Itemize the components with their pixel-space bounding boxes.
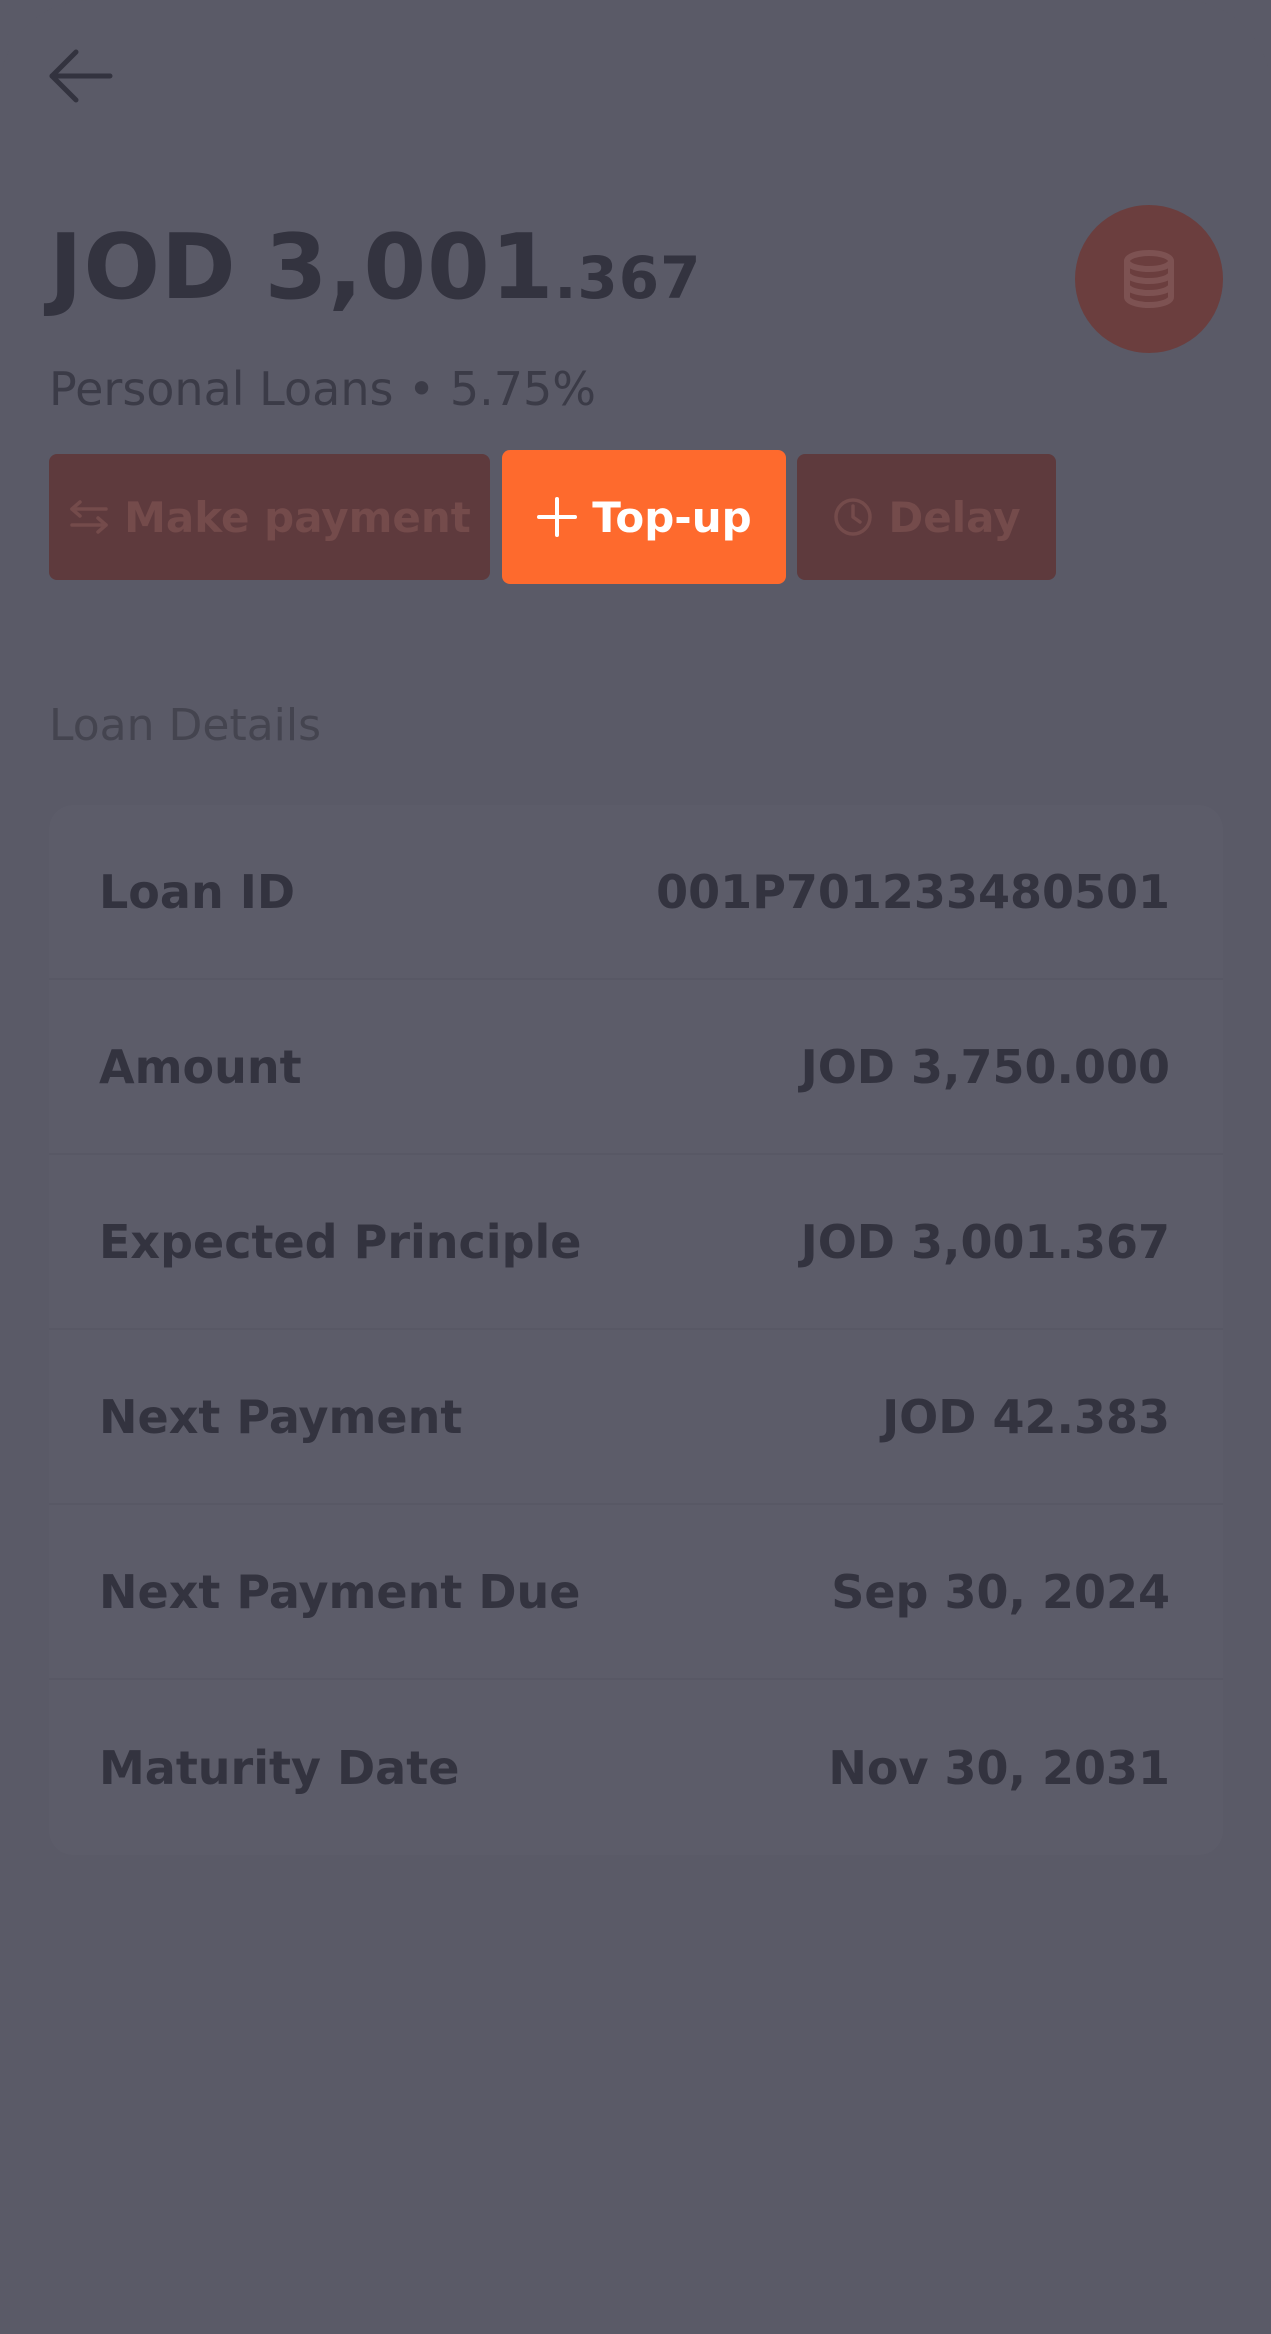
detail-value: 001P701233480501 — [656, 864, 1170, 919]
plus-icon — [536, 496, 578, 538]
loan-details-card: Loan ID 001P701233480501 Amount JOD 3,75… — [49, 805, 1223, 1855]
topup-label: Top-up — [592, 492, 752, 542]
make-payment-label: Make payment — [124, 492, 471, 542]
detail-row-loan-id: Loan ID 001P701233480501 — [49, 805, 1223, 980]
balance-currency: JOD — [49, 215, 237, 320]
loan-details-heading: Loan Details — [49, 700, 322, 751]
detail-value: JOD 3,750.000 — [800, 1039, 1170, 1094]
detail-row-expected-principle: Expected Principle JOD 3,001.367 — [49, 1155, 1223, 1330]
delay-button[interactable]: Delay — [797, 454, 1056, 580]
loan-actions: Make payment Top-up Delay — [49, 450, 1149, 584]
balance-decimal: .367 — [554, 244, 702, 312]
loan-balance: JOD 3,001 .367 — [49, 215, 702, 325]
detail-label: Expected Principle — [99, 1214, 582, 1269]
detail-label: Next Payment — [99, 1389, 463, 1444]
detail-value: JOD 42.383 — [882, 1389, 1170, 1444]
back-button[interactable] — [46, 44, 126, 108]
detail-label: Next Payment Due — [99, 1564, 581, 1619]
detail-row-next-payment-due: Next Payment Due Sep 30, 2024 — [49, 1505, 1223, 1680]
loan-subtitle: Personal Loans • 5.75% — [49, 362, 596, 416]
loan-details-screen: JOD 3,001 .367 Personal Loans • 5.75% Ma… — [0, 0, 1271, 2334]
detail-label: Loan ID — [99, 864, 296, 919]
clock-icon — [832, 496, 874, 538]
make-payment-button[interactable]: Make payment — [49, 454, 490, 580]
delay-label: Delay — [888, 492, 1021, 542]
account-avatar — [1075, 205, 1223, 353]
detail-value: Sep 30, 2024 — [831, 1564, 1170, 1619]
detail-row-amount: Amount JOD 3,750.000 — [49, 980, 1223, 1155]
coins-stack-icon — [1124, 250, 1174, 309]
balance-integer: 3,001 — [264, 215, 555, 320]
detail-value: JOD 3,001.367 — [800, 1214, 1170, 1269]
detail-row-next-payment: Next Payment JOD 42.383 — [49, 1330, 1223, 1505]
detail-row-maturity-date: Maturity Date Nov 30, 2031 — [49, 1680, 1223, 1855]
topup-button[interactable]: Top-up — [502, 450, 786, 584]
detail-value: Nov 30, 2031 — [828, 1740, 1170, 1795]
arrow-left-icon — [49, 49, 113, 103]
transfer-arrows-icon — [68, 496, 110, 538]
detail-label: Maturity Date — [99, 1740, 460, 1795]
detail-label: Amount — [99, 1039, 302, 1094]
